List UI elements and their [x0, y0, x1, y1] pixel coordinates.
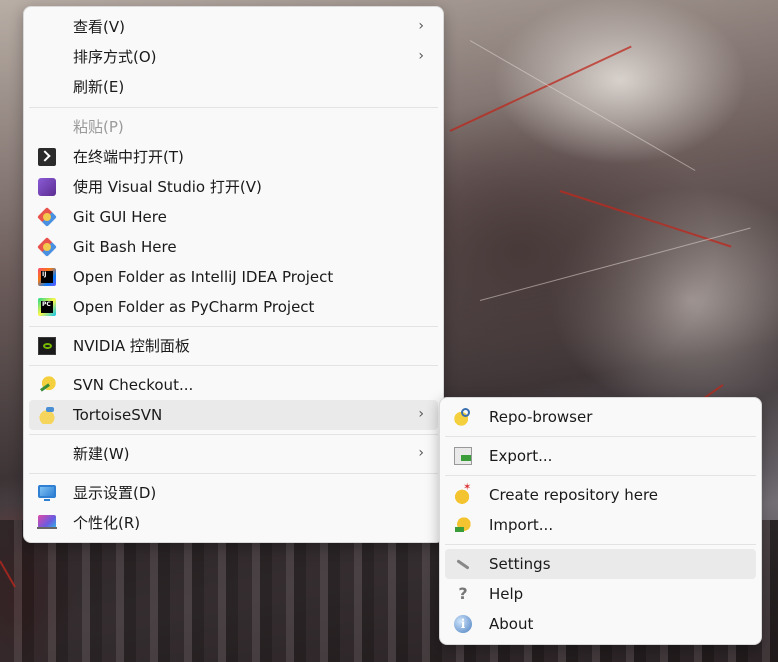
chevron-right-icon: › — [418, 406, 424, 422]
menu-item-label: 查看(V) — [73, 18, 125, 36]
svn-checkout-icon — [38, 376, 56, 394]
menu-item-label: Open Folder as IntelliJ IDEA Project — [73, 268, 334, 286]
menu-item-git-bash-here[interactable]: Git Bash Here — [29, 232, 438, 262]
menu-item-label: Settings — [489, 555, 551, 573]
terminal-icon — [38, 148, 56, 166]
menu-item-personalize[interactable]: 个性化(R) — [29, 508, 438, 538]
intellij-icon-text: IJ — [41, 271, 53, 283]
menu-item-label: Help — [489, 585, 524, 603]
menu-item-label: About — [489, 615, 534, 633]
submenu-item-settings[interactable]: Settings — [445, 549, 756, 579]
repo-browser-icon — [454, 408, 472, 426]
menu-item-tortoisesvn[interactable]: TortoiseSVN › — [29, 400, 438, 430]
submenu-item-create-repository[interactable]: Create repository here — [445, 480, 756, 510]
submenu-item-help[interactable]: ? Help — [445, 579, 756, 609]
chevron-right-icon: › — [418, 445, 424, 461]
menu-item-label: 在终端中打开(T) — [73, 148, 184, 166]
submenu-item-repo-browser[interactable]: Repo-browser — [445, 402, 756, 432]
tortoisesvn-icon — [38, 406, 56, 424]
menu-separator — [29, 326, 438, 327]
chevron-right-icon: › — [418, 48, 424, 64]
menu-item-label: Git GUI Here — [73, 208, 167, 226]
menu-item-label: SVN Checkout... — [73, 376, 194, 394]
menu-item-label: Export... — [489, 447, 553, 465]
menu-item-new[interactable]: 新建(W) › — [29, 439, 438, 469]
menu-item-open-with-visual-studio[interactable]: 使用 Visual Studio 打开(V) — [29, 172, 438, 202]
submenu-item-about[interactable]: i About — [445, 609, 756, 639]
pycharm-icon: PC — [38, 298, 56, 316]
menu-separator — [29, 365, 438, 366]
personalize-icon — [37, 515, 57, 529]
menu-item-label: 使用 Visual Studio 打开(V) — [73, 178, 262, 196]
info-icon: i — [454, 615, 472, 633]
menu-item-label: 个性化(R) — [73, 514, 141, 532]
menu-item-label: TortoiseSVN — [73, 406, 163, 424]
git-icon — [37, 237, 57, 257]
menu-item-label: 新建(W) — [73, 445, 130, 463]
help-icon: ? — [458, 584, 468, 603]
git-icon — [37, 207, 57, 227]
menu-item-display-settings[interactable]: 显示设置(D) — [29, 478, 438, 508]
menu-item-view[interactable]: 查看(V) › — [29, 12, 438, 42]
pycharm-icon-text: PC — [41, 301, 53, 313]
menu-item-svn-checkout[interactable]: SVN Checkout... — [29, 370, 438, 400]
wrench-icon — [454, 555, 472, 573]
menu-separator — [445, 436, 756, 437]
menu-item-label: NVIDIA 控制面板 — [73, 337, 190, 355]
menu-item-refresh[interactable]: 刷新(E) — [29, 72, 438, 102]
submenu-item-import[interactable]: Import... — [445, 510, 756, 540]
menu-item-label: 刷新(E) — [73, 78, 125, 96]
menu-item-label: Open Folder as PyCharm Project — [73, 298, 315, 316]
menu-item-label: 显示设置(D) — [73, 484, 157, 502]
visual-studio-icon — [38, 178, 56, 196]
menu-item-label: 粘贴(P) — [73, 118, 124, 136]
menu-item-label: Git Bash Here — [73, 238, 177, 256]
menu-item-label: 排序方式(O) — [73, 48, 157, 66]
export-icon — [454, 447, 472, 465]
nvidia-icon — [38, 337, 56, 355]
monitor-icon — [38, 485, 56, 501]
intellij-icon: IJ — [38, 268, 56, 286]
menu-separator — [445, 544, 756, 545]
menu-item-open-as-pycharm-project[interactable]: PC Open Folder as PyCharm Project — [29, 292, 438, 322]
menu-item-git-gui-here[interactable]: Git GUI Here — [29, 202, 438, 232]
menu-item-paste: 粘贴(P) — [29, 112, 438, 142]
import-icon — [454, 516, 472, 534]
menu-item-label: Repo-browser — [489, 408, 593, 426]
menu-separator — [29, 434, 438, 435]
menu-item-label: Create repository here — [489, 486, 659, 504]
menu-item-open-in-terminal[interactable]: 在终端中打开(T) — [29, 142, 438, 172]
chevron-right-icon: › — [418, 18, 424, 34]
submenu-item-export[interactable]: Export... — [445, 441, 756, 471]
menu-item-open-as-intellij-project[interactable]: IJ Open Folder as IntelliJ IDEA Project — [29, 262, 438, 292]
desktop-context-menu: 查看(V) › 排序方式(O) › 刷新(E) 粘贴(P) 在终端中打开(T) … — [23, 6, 444, 543]
menu-separator — [29, 473, 438, 474]
menu-item-label: Import... — [489, 516, 554, 534]
menu-separator — [29, 107, 438, 108]
create-repository-icon — [454, 482, 472, 504]
tortoisesvn-submenu: Repo-browser Export... Create repository… — [439, 397, 762, 645]
menu-item-sort-by[interactable]: 排序方式(O) › — [29, 42, 438, 72]
menu-separator — [445, 475, 756, 476]
wallpaper-streak — [479, 227, 751, 301]
menu-item-nvidia-control-panel[interactable]: NVIDIA 控制面板 — [29, 331, 438, 361]
